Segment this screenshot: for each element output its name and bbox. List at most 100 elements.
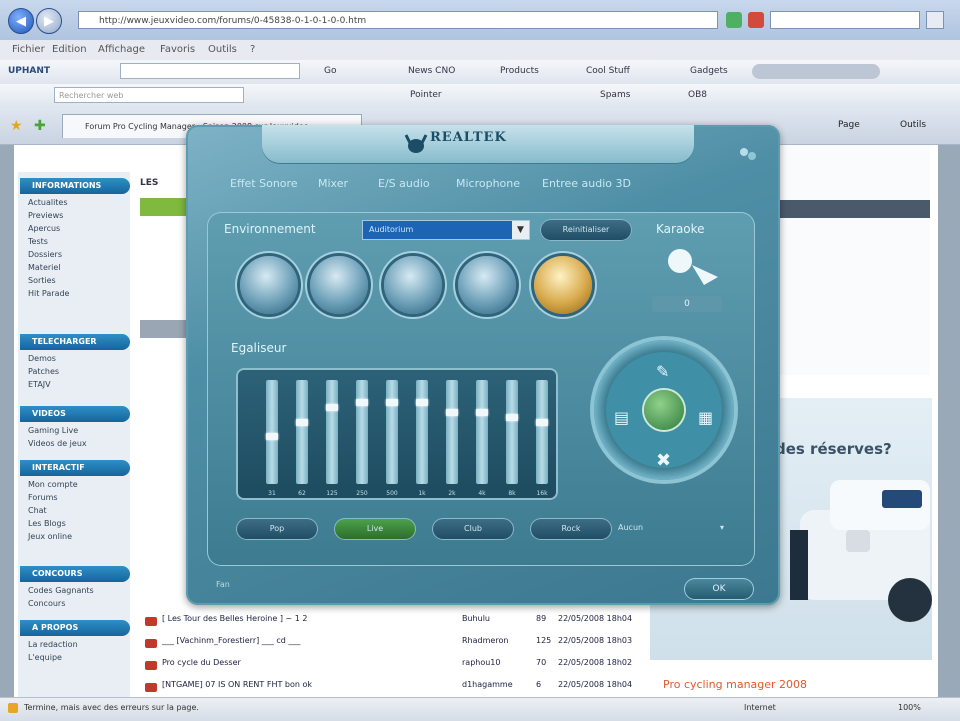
karaoke-stepper[interactable]: 0 (652, 296, 722, 312)
toolbar-gadget-strip[interactable] (752, 64, 880, 79)
menu-tools[interactable]: Outils (208, 44, 237, 55)
sidebar-item[interactable]: Dossiers (28, 250, 62, 259)
web-search-input[interactable]: Rechercher web (54, 87, 244, 103)
eq-slider-track[interactable] (296, 380, 308, 484)
eq-slider-track[interactable] (416, 380, 428, 484)
sidebar-item[interactable]: Concours (28, 599, 65, 608)
sidebar-item[interactable]: Videos de jeux (28, 439, 87, 448)
sidebar-item[interactable]: La redaction (28, 640, 78, 649)
uphant-search-input[interactable] (120, 63, 300, 79)
topic-title[interactable]: [ Les Tour des Belles Heroine ] ~ 1 2 (162, 614, 307, 623)
eq-slider-thumb[interactable] (386, 399, 398, 407)
tab-microphone[interactable]: Microphone (456, 177, 520, 190)
sidebar-item[interactable]: Codes Gagnants (28, 586, 94, 595)
topic-title[interactable]: Pro cycle du Desser (162, 658, 241, 667)
stop-icon[interactable] (748, 12, 764, 28)
dialog-help-icon[interactable] (738, 146, 758, 166)
eq-slider-track[interactable] (476, 380, 488, 484)
sidebar-item[interactable]: Jeux online (28, 532, 72, 541)
back-button[interactable]: ◀ (8, 8, 34, 34)
eq-slider-track[interactable] (356, 380, 368, 484)
warning-icon[interactable] (8, 703, 18, 713)
eq-slider-track[interactable] (506, 380, 518, 484)
env-preset-hall[interactable] (310, 256, 368, 314)
sidebar-item[interactable]: Les Blogs (28, 519, 66, 528)
topic-title[interactable]: [NTGAME] 07 IS ON RENT FHT bon ok (162, 680, 312, 689)
eq-slider-thumb[interactable] (296, 418, 308, 426)
search-box[interactable] (770, 11, 920, 29)
table-row[interactable]: ___ [Vachinm_Forestierr] ___ cd ___ Rhadm… (162, 636, 642, 650)
sidebar-section-header[interactable]: INFORMATIONS (20, 178, 130, 194)
sidebar-item[interactable]: Materiel (28, 263, 61, 272)
eq-preset-dropdown[interactable]: Aucun ▾ (618, 518, 730, 538)
eq-slider-track[interactable] (536, 380, 548, 484)
dial-center-button[interactable] (644, 390, 684, 430)
toolbar-news[interactable]: News CNO (408, 66, 455, 76)
topic-title[interactable]: ___ [Vachinm_Forestierr] ___ cd ___ (162, 636, 300, 645)
toolbar-ob8[interactable]: OB8 (688, 90, 707, 100)
add-favorite-icon[interactable]: ✚ (34, 118, 46, 134)
toolbar-go[interactable]: Go (324, 66, 336, 76)
forward-button[interactable]: ▶ (36, 8, 62, 34)
eq-slider-thumb[interactable] (476, 409, 488, 417)
sidebar-item[interactable]: Hit Parade (28, 289, 69, 298)
close-icon[interactable]: ✖ (656, 450, 671, 471)
eq-slider-thumb[interactable] (506, 413, 518, 421)
preset-pop-button[interactable]: Pop (236, 518, 318, 540)
sidebar-item[interactable]: L'equipe (28, 653, 62, 662)
sidebar-section-header[interactable]: CONCOURS (20, 566, 130, 582)
edit-icon[interactable]: ✎ (656, 362, 669, 381)
table-row[interactable]: [ Les Tour des Belles Heroine ] ~ 1 2 Buh… (162, 614, 642, 628)
sidebar-item[interactable]: ETAJV (28, 380, 51, 389)
toolbar-products[interactable]: Products (500, 66, 539, 76)
sidebar-item[interactable]: Mon compte (28, 480, 78, 489)
sidebar-item[interactable]: Gaming Live (28, 426, 78, 435)
sidebar-item[interactable]: Patches (28, 367, 59, 376)
env-preset-stage[interactable] (458, 256, 516, 314)
sidebar-section-header[interactable]: INTERACTIF (20, 460, 130, 476)
preset-rock-button[interactable]: Rock (530, 518, 612, 540)
env-preset-bath[interactable] (384, 256, 442, 314)
eq-slider-thumb[interactable] (416, 399, 428, 407)
eq-slider-thumb[interactable] (356, 399, 368, 407)
sidebar-item[interactable]: Sorties (28, 276, 56, 285)
tools-menu[interactable]: Outils (900, 120, 926, 130)
eq-slider-track[interactable] (386, 380, 398, 484)
ok-button[interactable]: OK (684, 578, 754, 600)
eq-slider-thumb[interactable] (536, 418, 548, 426)
refresh-icon[interactable] (726, 12, 742, 28)
preset-live-button[interactable]: Live (334, 518, 416, 540)
search-icon[interactable] (926, 11, 944, 29)
menu-file[interactable]: Fichier (12, 44, 45, 55)
eq-slider-track[interactable] (326, 380, 338, 484)
menu-edit[interactable]: Edition (52, 44, 87, 55)
save-icon[interactable]: ▦ (698, 408, 713, 427)
toolbar-coolstuff[interactable]: Cool Stuff (586, 66, 630, 76)
address-bar[interactable]: http://www.jeuxvideo.com/forums/0-45838-… (78, 11, 718, 29)
sidebar-item[interactable]: Forums (28, 493, 58, 502)
menu-help[interactable]: ? (250, 44, 255, 55)
sidebar-item[interactable]: Previews (28, 211, 63, 220)
zoom-level[interactable]: 100% (898, 703, 921, 712)
eq-slider-track[interactable] (266, 380, 278, 484)
reset-button[interactable]: Reinitialiser (540, 219, 632, 241)
env-preset-auditorium[interactable] (534, 256, 592, 314)
karaoke-icon[interactable] (664, 245, 722, 287)
favorites-star-icon[interactable]: ★ (10, 118, 23, 134)
eq-slider-thumb[interactable] (446, 409, 458, 417)
preset-club-button[interactable]: Club (432, 518, 514, 540)
promo-footer[interactable]: Pro cycling manager 2008 (663, 678, 807, 691)
toolbar-spams[interactable]: Spams (600, 90, 630, 100)
chevron-down-icon[interactable]: ▼ (512, 221, 529, 239)
menu-view[interactable]: Affichage (98, 44, 145, 55)
page-menu[interactable]: Page (838, 120, 860, 130)
toolbar-pointer[interactable]: Pointer (410, 90, 442, 100)
sidebar-item[interactable]: Apercus (28, 224, 60, 233)
sidebar-section-header[interactable]: A PROPOS (20, 620, 130, 636)
environment-select[interactable]: Auditorium (362, 220, 530, 240)
tab-mixer[interactable]: Mixer (318, 177, 348, 190)
tab-entree-audio-3d[interactable]: Entree audio 3D (542, 177, 631, 190)
sidebar-item[interactable]: Demos (28, 354, 56, 363)
sidebar-item[interactable]: Actualites (28, 198, 68, 207)
tab-effet-sonore[interactable]: Effet Sonore (230, 177, 298, 190)
